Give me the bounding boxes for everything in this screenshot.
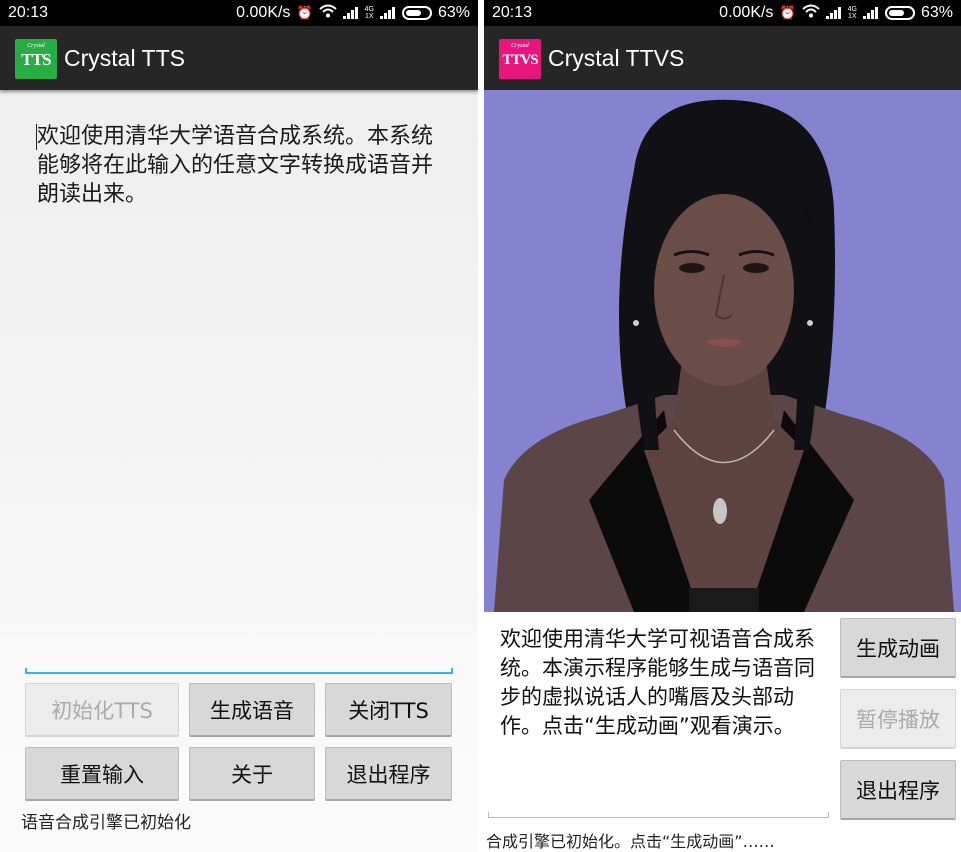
clock: 20:13: [8, 4, 49, 21]
tts-app-screen: 20:13 0.00K/s ⏰ 4G 1X 63% Crystal TTS Cry…: [0, 0, 478, 852]
signal-icon-1: [342, 7, 359, 19]
battery-percent: 63%: [437, 4, 470, 21]
wifi-icon: [318, 4, 337, 22]
app-title: Crystal TTVS: [548, 45, 685, 71]
net-speed: 0.00K/s: [719, 4, 774, 21]
clock: 20:13: [492, 4, 533, 21]
wifi-icon: [801, 4, 820, 22]
generate-animation-button[interactable]: 生成动画: [840, 618, 956, 678]
action-bar: Crystal TTVS Crystal TTVS: [484, 26, 961, 90]
reset-input-button[interactable]: 重置输入: [25, 747, 179, 801]
signal-icon-2: [862, 7, 879, 19]
init-tts-button[interactable]: 初始化TTS: [25, 683, 179, 737]
battery-icon: [884, 6, 915, 20]
text-input-underline[interactable]: [25, 668, 453, 674]
network-type: 4G 1X: [364, 6, 374, 20]
alarm-icon: ⏰: [296, 5, 313, 20]
alarm-icon: ⏰: [779, 5, 796, 20]
about-button[interactable]: 关于: [189, 747, 315, 801]
ttvs-input-text[interactable]: 欢迎使用清华大学可视语音合成系统。本演示程序能够生成与语音同步的虚拟说话人的嘴唇…: [500, 625, 825, 741]
tts-input-text[interactable]: 欢迎使用清华大学语音合成系统。本系统能够将在此输入的任意文字转换成语音并朗读出来…: [37, 122, 437, 209]
exit-button[interactable]: 退出程序: [325, 747, 452, 801]
app-title: Crystal TTS: [64, 45, 185, 71]
status-bar: 20:13 0.00K/s ⏰ 4G 1X 63%: [0, 0, 478, 26]
engine-status-text: 合成引擎已初始化。点击“生成动画”……: [486, 832, 775, 851]
battery-percent: 63%: [920, 4, 953, 21]
signal-icon-2: [379, 7, 396, 19]
virtual-speaker-avatar: [494, 99, 954, 612]
generate-speech-button[interactable]: 生成语音: [189, 683, 315, 737]
action-bar: Crystal TTS Crystal TTS: [0, 26, 478, 90]
close-tts-button[interactable]: 关闭TTS: [325, 683, 452, 737]
text-input-underline[interactable]: [488, 812, 829, 818]
network-type: 4G 1X: [847, 6, 857, 20]
engine-status-text: 语音合成引擎已初始化: [21, 813, 191, 833]
tts-app-icon: Crystal TTS: [15, 39, 57, 79]
exit-button[interactable]: 退出程序: [840, 760, 956, 820]
pause-playback-button[interactable]: 暂停播放: [840, 689, 956, 749]
signal-icon-1: [825, 7, 842, 19]
ttvs-app-screen: 20:13 0.00K/s ⏰ 4G 1X 63% Crystal TTVS Cr…: [484, 0, 961, 852]
net-speed: 0.00K/s: [236, 4, 291, 21]
ttvs-app-icon: Crystal TTVS: [499, 39, 541, 79]
virtual-speaker-view: [484, 90, 961, 612]
status-bar: 20:13 0.00K/s ⏰ 4G 1X 63%: [484, 0, 961, 26]
battery-icon: [401, 6, 432, 20]
